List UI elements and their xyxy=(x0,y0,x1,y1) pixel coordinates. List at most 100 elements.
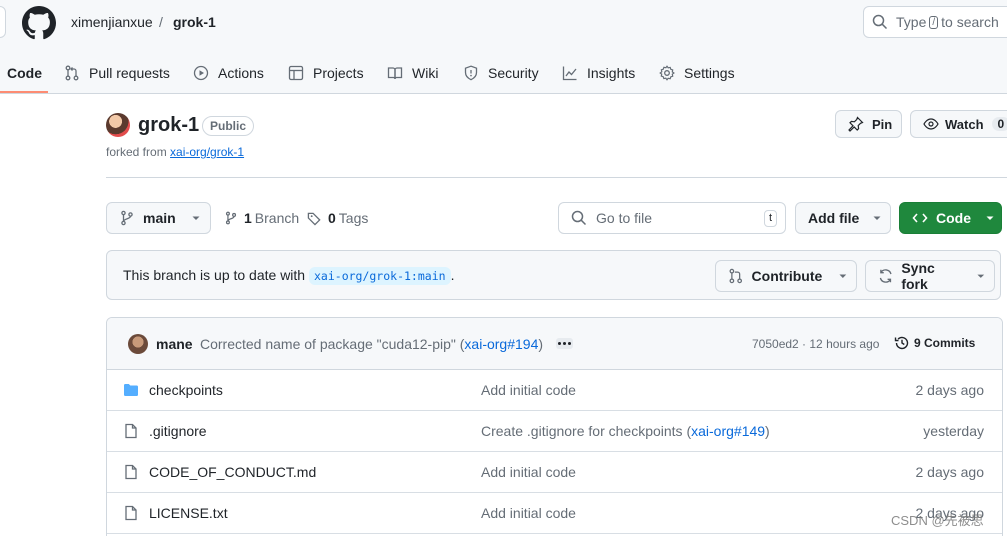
add-file-button[interactable]: Add file xyxy=(795,202,891,234)
latest-commit-row: mane Corrected name of package "cuda12-p… xyxy=(107,318,1002,370)
file-name[interactable]: checkpoints xyxy=(149,382,223,398)
file-name[interactable]: LICENSE.txt xyxy=(149,505,228,521)
search-icon xyxy=(872,14,888,30)
tab-actions[interactable]: Actions xyxy=(193,52,264,94)
tab-settings-label: Settings xyxy=(684,65,735,81)
breadcrumb-separator: / xyxy=(159,14,163,30)
branch-selector-button[interactable]: main xyxy=(106,202,211,234)
sidebar-toggle-button[interactable] xyxy=(0,6,6,38)
commit-author[interactable]: mane xyxy=(156,336,193,352)
file-commit-message[interactable]: Add initial code xyxy=(481,505,576,521)
sync-icon xyxy=(879,269,892,283)
search-prefix: Type xyxy=(896,14,927,30)
branch-status-message: This branch is up to date with xyxy=(123,267,306,283)
forked-label: forked from xyxy=(106,145,167,159)
code-button[interactable]: Code xyxy=(899,202,1002,234)
tab-security[interactable]: Security xyxy=(463,52,539,94)
graph-icon xyxy=(562,66,577,81)
commit-hash-time[interactable]: 7050ed2 · 12 hours ago xyxy=(752,337,879,351)
chevron-down-icon xyxy=(977,274,985,278)
file-icon xyxy=(125,505,137,521)
tab-projects-label: Projects xyxy=(313,65,364,81)
file-date: yesterday xyxy=(923,423,984,439)
breadcrumb-owner[interactable]: ximenjianxue xyxy=(71,14,153,30)
watch-button[interactable]: Watch 0 xyxy=(910,110,1007,138)
file-commit-message-text: Create .gitignore for checkpoints ( xyxy=(481,423,692,439)
forked-source-link[interactable]: xai-org/grok-1 xyxy=(170,145,244,159)
book-icon xyxy=(387,67,403,80)
commit-message[interactable]: Corrected name of package "cuda12-pip" (… xyxy=(200,336,543,352)
chevron-down-icon xyxy=(873,216,881,220)
tag-count-label: Tags xyxy=(338,210,369,226)
search-suffix: to search xyxy=(941,14,999,30)
commit-pr-link[interactable]: xai-org#194 xyxy=(464,336,538,352)
go-to-file-input[interactable]: Go to file t xyxy=(558,202,786,234)
pin-label: Pin xyxy=(872,116,893,132)
watermark: CSDN @先被思 xyxy=(891,513,984,528)
tags-link[interactable]: 0 Tags xyxy=(307,210,368,226)
breadcrumb-repo[interactable]: grok-1 xyxy=(173,14,216,30)
file-commit-message[interactable]: Create .gitignore for checkpoints (xai-o… xyxy=(481,423,770,439)
branches-link[interactable]: 1 Branch xyxy=(224,210,299,226)
branch-icon xyxy=(121,210,133,226)
contribute-button[interactable]: Contribute xyxy=(715,260,857,292)
pin-button[interactable]: Pin xyxy=(835,110,902,138)
file-commit-message[interactable]: Add initial code xyxy=(481,382,576,398)
play-icon xyxy=(193,65,209,81)
repo-header: ximenjianxue / grok-1 Type / to search C… xyxy=(0,0,1007,94)
repo-title[interactable]: grok-1 xyxy=(138,114,199,137)
commit-message-text: Corrected name of package "cuda12-pip" ( xyxy=(200,336,465,352)
watch-label: Watch xyxy=(945,116,984,132)
tab-wiki[interactable]: Wiki xyxy=(387,52,438,94)
file-commit-message-close: ) xyxy=(765,423,770,439)
gear-icon xyxy=(659,65,675,81)
tab-code[interactable]: Code xyxy=(7,52,42,94)
folder-icon xyxy=(124,384,138,396)
branch-status-period: . xyxy=(450,267,455,283)
tab-settings[interactable]: Settings xyxy=(659,52,735,94)
search-icon xyxy=(571,210,587,226)
table-icon xyxy=(288,65,304,81)
branch-count-label: Branch xyxy=(254,210,300,226)
branch-status-text: This branch is up to date with xai-org/g… xyxy=(123,267,455,285)
branch-icon xyxy=(225,211,237,225)
expand-commit-button[interactable] xyxy=(556,338,573,349)
tab-insights-label: Insights xyxy=(587,65,636,81)
chevron-down-icon xyxy=(839,274,847,278)
chevron-down-icon xyxy=(192,216,200,220)
tag-count: 0 xyxy=(328,210,336,226)
forked-from: forked from xai-org/grok-1 xyxy=(106,145,244,159)
file-row[interactable]: .gitignore Create .gitignore for checkpo… xyxy=(107,411,1002,452)
code-icon xyxy=(912,213,928,223)
commits-count: 9 Commits xyxy=(914,336,976,350)
watch-count: 0 xyxy=(991,117,1007,131)
tab-wiki-label: Wiki xyxy=(412,65,439,81)
tab-projects[interactable]: Projects xyxy=(288,52,364,94)
file-row[interactable]: LICENSE.txt Add initial code 2 days ago xyxy=(107,493,1002,534)
upstream-branch-ref[interactable]: xai-org/grok-1:main xyxy=(309,267,451,285)
file-name[interactable]: CODE_OF_CONDUCT.md xyxy=(149,464,316,480)
file-row[interactable]: checkpoints Add initial code 2 days ago xyxy=(107,370,1002,411)
branch-count: 1 xyxy=(244,210,252,226)
file-commit-message[interactable]: Add initial code xyxy=(481,464,576,480)
commits-history-link[interactable]: 9 Commits xyxy=(894,335,975,351)
file-commit-pr-link[interactable]: xai-org#149 xyxy=(691,423,765,439)
github-logo-icon[interactable] xyxy=(22,6,56,40)
search-input[interactable]: Type / to search xyxy=(863,6,1007,38)
history-icon xyxy=(894,336,909,350)
visibility-badge: Public xyxy=(202,116,255,136)
tab-pull-requests[interactable]: Pull requests xyxy=(64,52,170,94)
go-to-file-placeholder: Go to file xyxy=(596,210,653,226)
tab-insights[interactable]: Insights xyxy=(562,52,635,94)
commit-author-avatar[interactable] xyxy=(128,334,148,354)
eye-icon xyxy=(923,118,939,130)
tag-icon xyxy=(307,212,321,226)
file-row[interactable]: CODE_OF_CONDUCT.md Add initial code 2 da… xyxy=(107,452,1002,493)
sync-fork-button[interactable]: Sync fork xyxy=(865,260,995,292)
go-to-file-shortcut: t xyxy=(763,210,777,227)
active-tab-indicator xyxy=(0,91,48,93)
branch-name: main xyxy=(143,210,176,226)
sync-fork-label: Sync fork xyxy=(901,260,935,292)
owner-avatar[interactable] xyxy=(106,113,130,137)
file-name[interactable]: .gitignore xyxy=(149,423,207,439)
